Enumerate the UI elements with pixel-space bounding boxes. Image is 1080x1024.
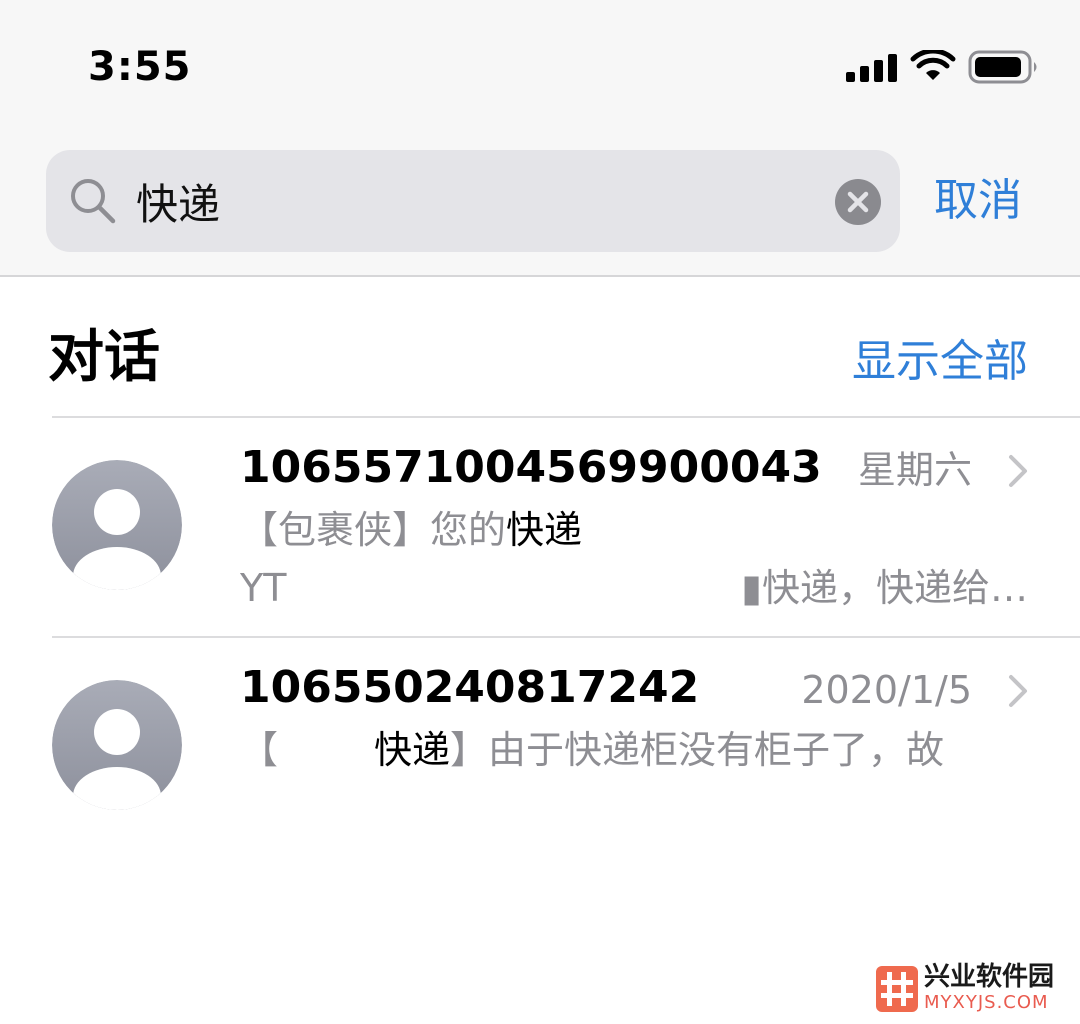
- message-preview-line2: YT: [240, 560, 440, 616]
- message-preview: 【包裹侠】您的快递: [240, 502, 1030, 558]
- cancel-button[interactable]: 取消: [934, 170, 1022, 232]
- close-icon: [847, 191, 869, 213]
- conversation-row[interactable]: 106550240817242 2020/1/5 【 快递】由于快递柜没有柜子了…: [0, 638, 1080, 838]
- site-logo-icon: [876, 966, 918, 1012]
- avatar-icon: [52, 460, 182, 590]
- battery-icon: [968, 50, 1037, 84]
- conversation-row[interactable]: 1065571004569900043 星期六 【包裹侠】您的快递 YT ▮快递…: [0, 418, 1080, 636]
- search-match: 快递: [506, 508, 583, 552]
- message-date: 星期六: [857, 448, 972, 492]
- sender-number: 106550240817242: [240, 662, 700, 713]
- watermark: 兴业软件园 MYXYJS.COM: [876, 962, 1072, 1018]
- preview-text: 【包裹侠】您的: [240, 508, 507, 552]
- navigation-header: 3:55 取消: [0, 0, 1080, 277]
- search-bar: [46, 150, 900, 252]
- preview-text: YT: [240, 566, 287, 610]
- message-preview-line2-end: ▮快递，快递给…: [741, 566, 1028, 610]
- signal-icon: [846, 54, 897, 82]
- chevron-right-icon: [1009, 675, 1027, 707]
- chevron-right-icon: [1009, 455, 1027, 487]
- preview-text: 】由于快递柜没有柜子了，故: [450, 728, 945, 772]
- search-icon: [71, 179, 116, 224]
- watermark-name: 兴业软件园: [924, 962, 1055, 992]
- search-input[interactable]: [136, 170, 826, 232]
- show-all-button[interactable]: 显示全部: [852, 332, 1028, 392]
- clear-search-button[interactable]: [835, 179, 881, 225]
- redacted-region: [278, 722, 375, 778]
- message-preview: 【 快递】由于快递柜没有柜子了，故: [240, 722, 1030, 778]
- avatar-icon: [52, 680, 182, 810]
- preview-text: 【: [240, 728, 279, 772]
- status-time: 3:55: [88, 44, 192, 90]
- watermark-url: MYXYJS.COM: [924, 992, 1049, 1013]
- sender-number: 1065571004569900043: [240, 442, 822, 493]
- search-match: 快递: [374, 728, 451, 772]
- message-date: 2020/1/5: [801, 668, 972, 712]
- wifi-icon: [910, 50, 956, 80]
- section-title: 对话: [48, 325, 160, 390]
